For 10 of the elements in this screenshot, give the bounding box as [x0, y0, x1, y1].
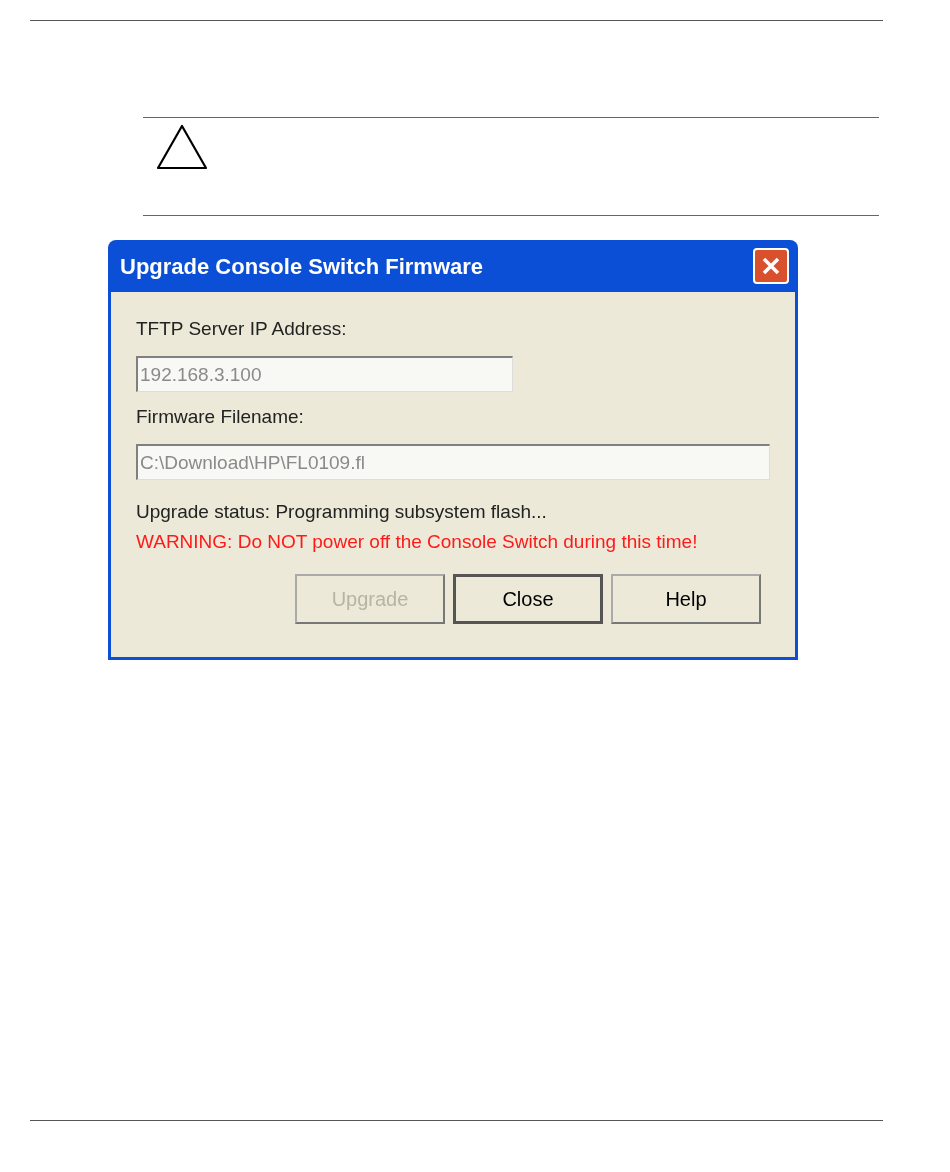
caution-icon: [156, 124, 208, 170]
close-icon: [761, 256, 781, 276]
close-button[interactable]: [753, 248, 789, 284]
field-label: Firmware Filename:: [136, 406, 305, 428]
warning-text: WARNING: Do NOT power off the Console Switch during this time!: [136, 530, 699, 554]
dialog-button[interactable]: Close: [453, 574, 603, 624]
field-label: TFTP Server IP Address:: [136, 318, 348, 340]
dialog-button[interactable]: Help: [611, 574, 761, 624]
window-title: Upgrade Console Switch Firmware: [120, 252, 484, 281]
status-text: Upgrade status: Programming subsystem flash...: [136, 500, 548, 524]
